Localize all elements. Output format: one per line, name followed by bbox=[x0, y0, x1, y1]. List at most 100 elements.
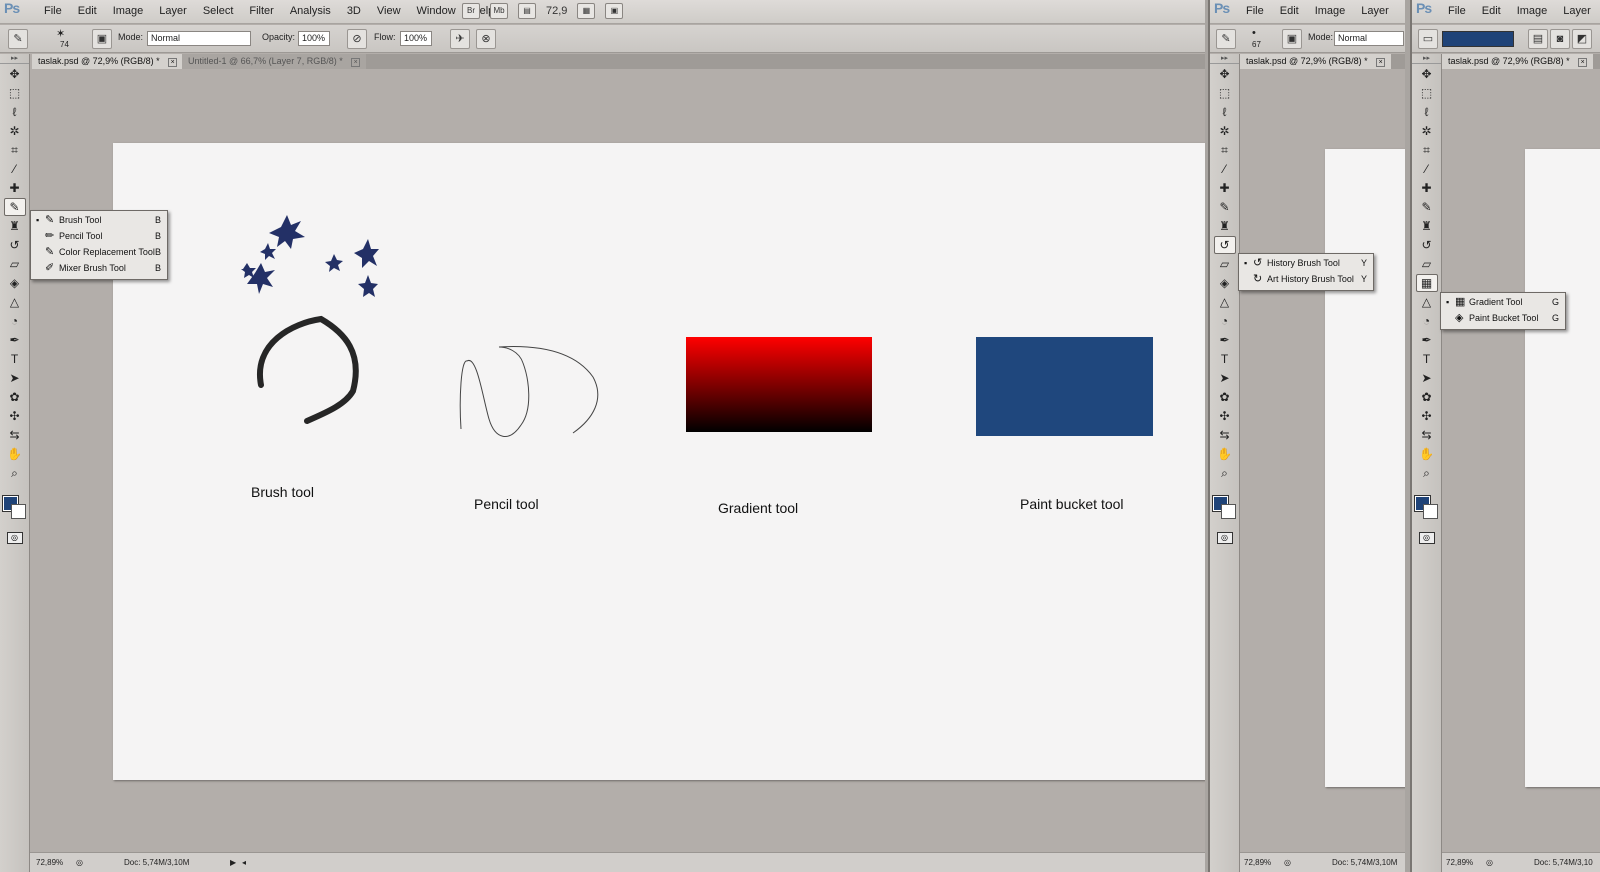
eraser-icon[interactable]: ▱ bbox=[4, 255, 26, 273]
close-icon[interactable]: × bbox=[1376, 58, 1386, 67]
path-select-icon[interactable]: ➤ bbox=[4, 369, 26, 387]
pressure-size-icon[interactable]: ⊗ bbox=[476, 29, 496, 49]
move-icon[interactable]: ✥ bbox=[4, 65, 26, 83]
zoom-icon[interactable]: ⌕ bbox=[1416, 464, 1438, 482]
mode-select[interactable]: Normal bbox=[147, 31, 251, 46]
menu-file[interactable]: File bbox=[1238, 5, 1272, 17]
tab-taslak[interactable]: taslak.psd @ 72,9% (RGB/8) * × bbox=[1442, 54, 1594, 69]
close-icon[interactable]: × bbox=[168, 58, 178, 67]
3d-camera-icon[interactable]: ⇆ bbox=[1416, 426, 1438, 444]
close-icon[interactable]: × bbox=[351, 58, 361, 67]
menu-window[interactable]: Window bbox=[409, 5, 464, 17]
menu-layer[interactable]: Layer bbox=[1555, 5, 1599, 17]
toolbox-grip[interactable]: ▸▸ bbox=[1412, 54, 1441, 64]
tool-preset-picker-icon[interactable]: ✎ bbox=[8, 29, 28, 49]
brush-panel-toggle-icon[interactable]: ▣ bbox=[92, 29, 112, 49]
path-select-icon[interactable]: ➤ bbox=[1416, 369, 1438, 387]
brush-icon[interactable]: ✎ bbox=[1214, 198, 1236, 216]
shape-icon[interactable]: ✿ bbox=[1416, 388, 1438, 406]
status-info-icon[interactable]: ◎ bbox=[1486, 858, 1493, 867]
toolbox-grip[interactable]: ▸▸ bbox=[0, 54, 29, 64]
background-color-swatch[interactable] bbox=[1221, 504, 1236, 519]
shape-icon[interactable]: ✿ bbox=[4, 388, 26, 406]
status-zoom[interactable]: 72,89% bbox=[1446, 858, 1473, 867]
brush-tip-icon[interactable]: ✶ bbox=[56, 27, 65, 40]
status-menu-arrow-icon[interactable]: ▶ bbox=[230, 858, 236, 867]
quick-mask-icon[interactable]: ◎ bbox=[1216, 532, 1233, 544]
lasso-icon[interactable]: ℓ bbox=[1214, 103, 1236, 121]
lasso-icon[interactable]: ℓ bbox=[1416, 103, 1438, 121]
3d-rotate-icon[interactable]: ✣ bbox=[1416, 407, 1438, 425]
screen-mode-icon[interactable]: ▣ bbox=[605, 3, 624, 19]
menu-edit[interactable]: Edit bbox=[70, 5, 105, 17]
flyout-item-gradient-tool[interactable]: ▪ ▦ Gradient Tool G bbox=[1441, 295, 1565, 311]
eyedropper-icon[interactable]: ⁄ bbox=[1214, 160, 1236, 178]
pen-icon[interactable]: ✒ bbox=[4, 331, 26, 349]
dodge-icon[interactable]: ◔ bbox=[4, 312, 26, 330]
flyout-item-brush-tool[interactable]: ▪ ✎ Brush Tool B bbox=[31, 213, 167, 229]
status-zoom[interactable]: 72,89% bbox=[1244, 858, 1271, 867]
crop-icon[interactable]: ⌗ bbox=[1214, 141, 1236, 159]
brush-tip-icon[interactable]: • bbox=[1252, 27, 1256, 39]
zoom-icon[interactable]: ⌕ bbox=[1214, 464, 1236, 482]
hand-icon[interactable]: ✋ bbox=[4, 445, 26, 463]
menu-layer[interactable]: Layer bbox=[151, 5, 195, 17]
quick-select-icon[interactable]: ✲ bbox=[4, 122, 26, 140]
clone-stamp-icon[interactable]: ♜ bbox=[1214, 217, 1236, 235]
status-zoom[interactable]: 72,89% bbox=[36, 858, 63, 867]
marquee-icon[interactable]: ⬚ bbox=[1214, 84, 1236, 102]
menu-file[interactable]: File bbox=[1440, 5, 1474, 17]
3d-camera-icon[interactable]: ⇆ bbox=[1214, 426, 1236, 444]
toolbox-grip[interactable]: ▸▸ bbox=[1210, 54, 1239, 64]
eraser-icon[interactable]: ▱ bbox=[1416, 255, 1438, 273]
scroll-left-icon[interactable]: ◂ bbox=[242, 858, 246, 867]
brush-icon[interactable]: ✎ bbox=[3, 198, 26, 216]
flyout-item-paint-bucket-tool[interactable]: ◈ Paint Bucket Tool G bbox=[1441, 311, 1565, 327]
quick-mask-icon[interactable]: ◎ bbox=[1418, 532, 1435, 544]
dodge-icon[interactable]: ◔ bbox=[1214, 312, 1236, 330]
flyout-item-color-replacement-tool[interactable]: ✎ Color Replacement Tool B bbox=[31, 245, 167, 261]
flyout-item-history-brush-tool[interactable]: ▪ ↺ History Brush Tool Y bbox=[1239, 256, 1373, 272]
history-brush-icon[interactable]: ↺ bbox=[1416, 236, 1438, 254]
airbrush-icon[interactable]: ✈ bbox=[450, 29, 470, 49]
pen-icon[interactable]: ✒ bbox=[1214, 331, 1236, 349]
document-canvas[interactable]: Brush tool Pencil tool Gradient tool Pai… bbox=[113, 143, 1205, 780]
blur-icon[interactable]: △ bbox=[4, 293, 26, 311]
menu-filter[interactable]: Filter bbox=[241, 5, 281, 17]
mode-select[interactable]: Normal bbox=[1334, 31, 1404, 46]
menu-select[interactable]: Sele bbox=[1397, 5, 1406, 17]
brush-icon[interactable]: ✎ bbox=[1416, 198, 1438, 216]
eyedropper-icon[interactable]: ⁄ bbox=[4, 160, 26, 178]
arrange-documents-icon[interactable]: ▦ bbox=[577, 3, 596, 19]
menu-view[interactable]: View bbox=[369, 5, 409, 17]
menu-image[interactable]: Image bbox=[1509, 5, 1556, 17]
pressure-opacity-icon[interactable]: ⊘ bbox=[347, 29, 367, 49]
type-icon[interactable]: T bbox=[1214, 350, 1236, 368]
quick-mask-icon[interactable]: ◎ bbox=[6, 532, 23, 544]
type-icon[interactable]: T bbox=[4, 350, 26, 368]
tab-untitled-1[interactable]: Untitled-1 @ 66,7% (Layer 7, RGB/8) * × bbox=[182, 54, 367, 69]
menu-analysis[interactable]: Analysis bbox=[282, 5, 339, 17]
status-info-icon[interactable]: ◎ bbox=[1284, 858, 1291, 867]
path-select-icon[interactable]: ➤ bbox=[1214, 369, 1236, 387]
document-canvas[interactable] bbox=[1325, 149, 1405, 787]
menu-edit[interactable]: Edit bbox=[1272, 5, 1307, 17]
tool-preset-picker-icon[interactable]: ▭ bbox=[1418, 29, 1438, 49]
tab-taslak[interactable]: taslak.psd @ 72,9% (RGB/8) * × bbox=[32, 54, 184, 69]
quick-select-icon[interactable]: ✲ bbox=[1214, 122, 1236, 140]
spot-healing-icon[interactable]: ✚ bbox=[1416, 179, 1438, 197]
menu-image[interactable]: Image bbox=[1307, 5, 1354, 17]
spot-healing-icon[interactable]: ✚ bbox=[1214, 179, 1236, 197]
close-icon[interactable]: × bbox=[1578, 58, 1588, 67]
crop-icon[interactable]: ⌗ bbox=[1416, 141, 1438, 159]
flyout-item-pencil-tool[interactable]: ✏ Pencil Tool B bbox=[31, 229, 167, 245]
menu-3d[interactable]: 3D bbox=[339, 5, 369, 17]
mini-bridge-icon[interactable]: Mb bbox=[490, 3, 508, 19]
paint-bucket-icon[interactable]: ◈ bbox=[1214, 274, 1236, 292]
quick-select-icon[interactable]: ✲ bbox=[1416, 122, 1438, 140]
zoom-level[interactable]: 72,9 bbox=[546, 3, 567, 19]
document-canvas[interactable] bbox=[1525, 149, 1600, 787]
menu-file[interactable]: File bbox=[36, 5, 70, 17]
paint-bucket-icon[interactable]: ◈ bbox=[4, 274, 26, 292]
menu-select[interactable]: Select bbox=[195, 5, 242, 17]
